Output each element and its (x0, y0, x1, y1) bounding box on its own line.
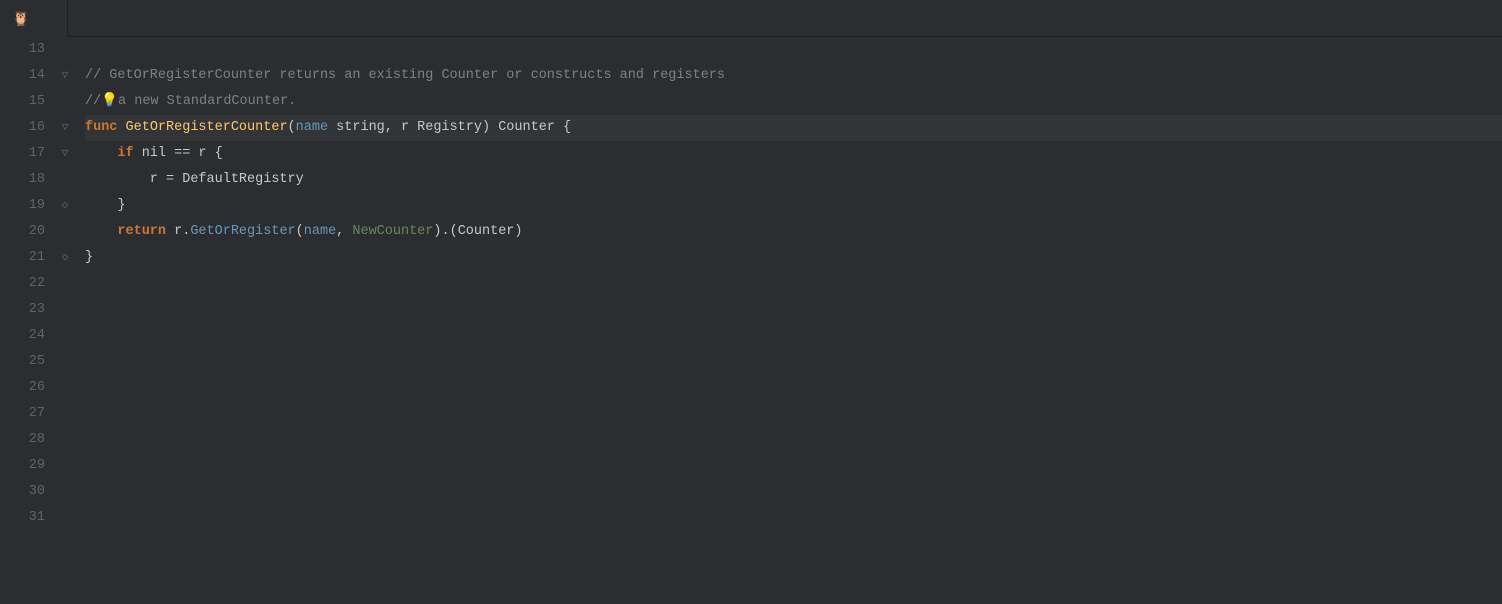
token: // (85, 89, 101, 115)
code-line (85, 375, 1502, 401)
gutter-cell (55, 479, 75, 505)
gutter-cell (55, 453, 75, 479)
tab-counter-go[interactable]: 🦉 (0, 0, 68, 37)
line-number: 16 (0, 115, 45, 141)
gutter-cell[interactable]: ◇ (55, 245, 75, 271)
token: , (336, 219, 352, 245)
code-line (85, 323, 1502, 349)
code-line (85, 37, 1502, 63)
token: ( (296, 219, 304, 245)
code-area[interactable]: // GetOrRegisterCounter returns an exist… (75, 37, 1502, 604)
token: NewCounter (352, 219, 433, 245)
token: GetOrRegisterCounter (126, 115, 288, 141)
token: if (117, 141, 133, 167)
line-number: 29 (0, 453, 45, 479)
code-line: if nil == r { (85, 141, 1502, 167)
gutter-cell (55, 375, 75, 401)
gutter-cell (55, 323, 75, 349)
gutter-cell (55, 427, 75, 453)
editor-container: 13141516171819202122232425262728293031 ▽… (0, 37, 1502, 604)
token: } (85, 193, 126, 219)
code-line (85, 427, 1502, 453)
line-number: 22 (0, 271, 45, 297)
line-numbers: 13141516171819202122232425262728293031 (0, 37, 55, 604)
line-number: 19 (0, 193, 45, 219)
line-number: 21 (0, 245, 45, 271)
code-line: //💡a new StandardCounter. (85, 89, 1502, 115)
line-number: 15 (0, 89, 45, 115)
line-number: 24 (0, 323, 45, 349)
code-line: return r.GetOrRegister(name, NewCounter)… (85, 219, 1502, 245)
code-line: } (85, 193, 1502, 219)
code-line: func GetOrRegisterCounter(name string, r… (85, 115, 1502, 141)
gutter-cell (55, 271, 75, 297)
token (85, 219, 117, 245)
code-line: // GetOrRegisterCounter returns an exist… (85, 63, 1502, 89)
token: string, r Registry) Counter { (328, 115, 571, 141)
token: return (117, 219, 166, 245)
token: func (85, 115, 126, 141)
code-line: r = DefaultRegistry (85, 167, 1502, 193)
line-number: 18 (0, 167, 45, 193)
gutter-cell (55, 505, 75, 531)
line-number: 31 (0, 505, 45, 531)
line-number: 25 (0, 349, 45, 375)
gutter-cell (55, 401, 75, 427)
token: a new StandardCounter. (118, 89, 296, 115)
gutter-cell (55, 349, 75, 375)
token: GetOrRegister (190, 219, 295, 245)
gutters: ▽▽▽◇◇ (55, 37, 75, 604)
code-line (85, 453, 1502, 479)
line-number: 30 (0, 479, 45, 505)
line-number: 20 (0, 219, 45, 245)
gutter-cell (55, 167, 75, 193)
gutter-cell[interactable]: ▽ (55, 63, 75, 89)
tab-close-button[interactable] (41, 11, 55, 25)
line-number: 27 (0, 401, 45, 427)
token (85, 141, 117, 167)
token: 💡 (101, 89, 118, 115)
line-number: 14 (0, 63, 45, 89)
token: ).(Counter) (433, 219, 522, 245)
line-number: 23 (0, 297, 45, 323)
token: r. (166, 219, 190, 245)
line-number: 13 (0, 37, 45, 63)
token: nil == r { (134, 141, 223, 167)
token: name (296, 115, 328, 141)
code-line (85, 505, 1502, 531)
token: ( (288, 115, 296, 141)
line-number: 17 (0, 141, 45, 167)
token: r = DefaultRegistry (85, 167, 304, 193)
token: // GetOrRegisterCounter returns an exist… (85, 63, 725, 89)
gutter-cell[interactable]: ◇ (55, 193, 75, 219)
gutter-cell (55, 37, 75, 63)
gutter-cell (55, 89, 75, 115)
token: name (304, 219, 336, 245)
gutter-cell (55, 297, 75, 323)
code-line (85, 401, 1502, 427)
go-file-icon: 🦉 (12, 10, 29, 27)
code-line (85, 349, 1502, 375)
gutter-cell (55, 219, 75, 245)
tab-bar: 🦉 (0, 0, 1502, 37)
code-line (85, 297, 1502, 323)
gutter-cell[interactable]: ▽ (55, 115, 75, 141)
code-line (85, 479, 1502, 505)
code-line: } (85, 245, 1502, 271)
gutter-cell[interactable]: ▽ (55, 141, 75, 167)
code-line (85, 271, 1502, 297)
line-number: 26 (0, 375, 45, 401)
token: } (85, 245, 93, 271)
line-number: 28 (0, 427, 45, 453)
